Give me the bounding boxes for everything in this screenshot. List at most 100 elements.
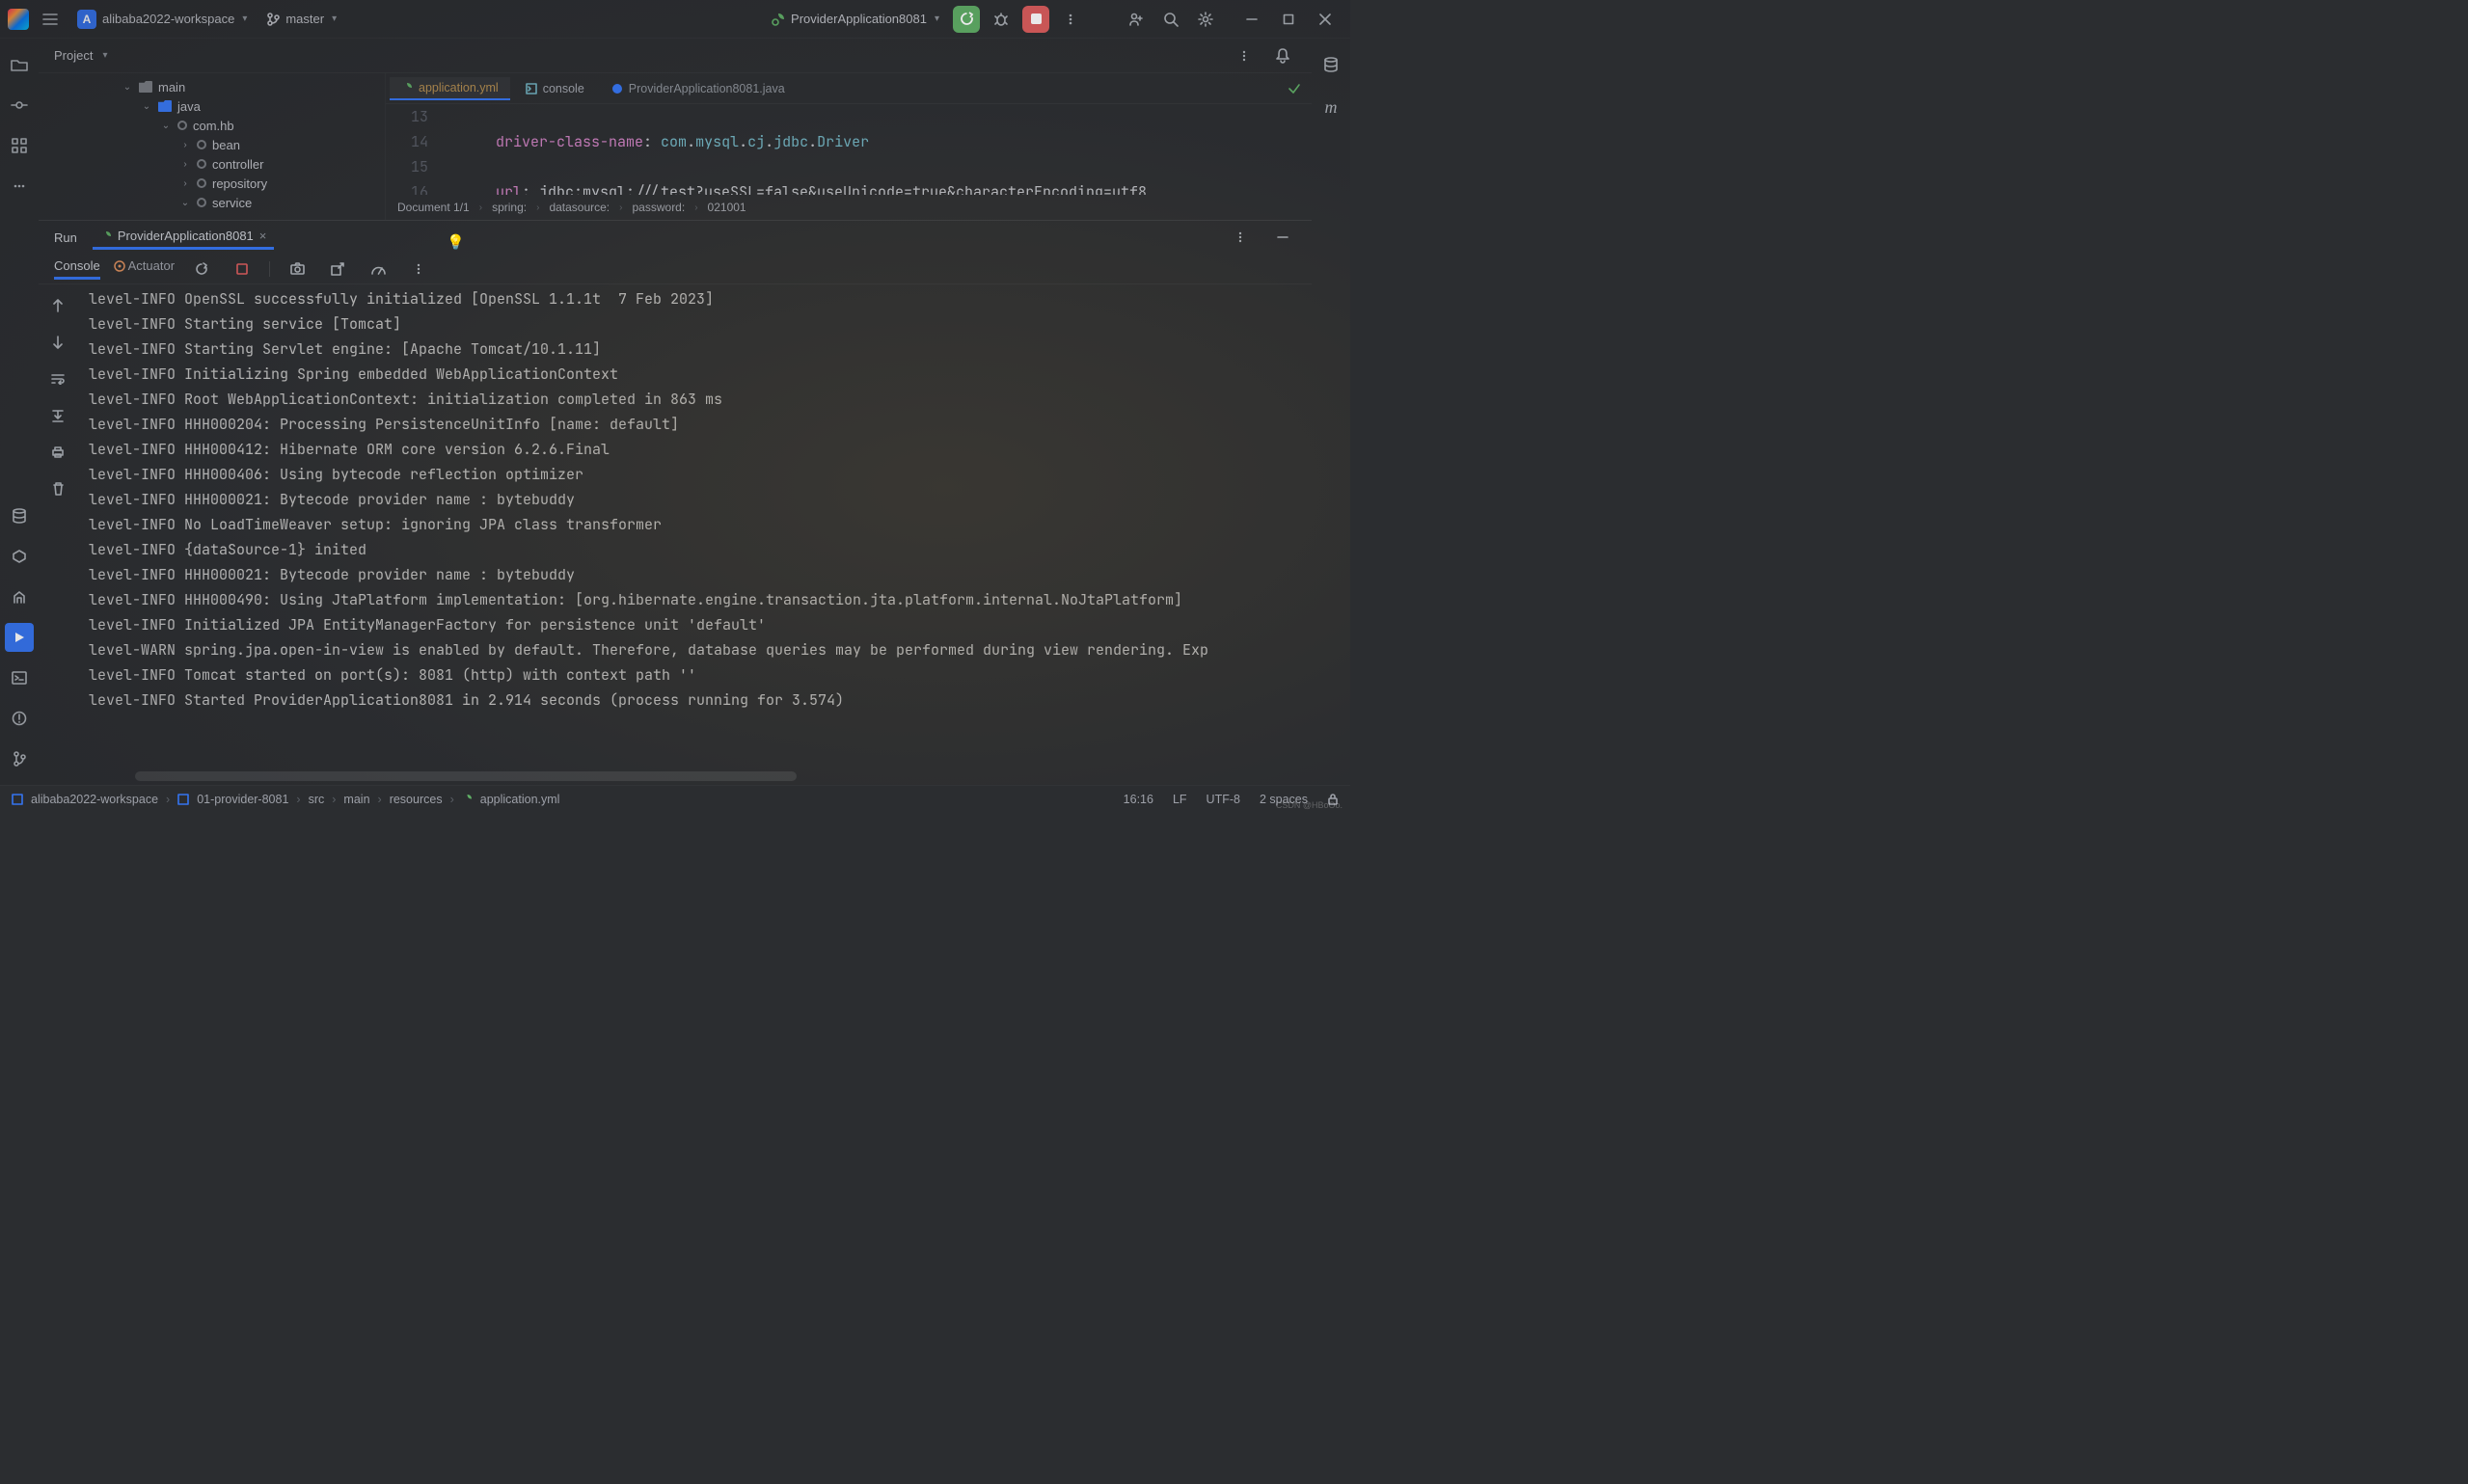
horizontal-scrollbar[interactable] bbox=[135, 771, 797, 781]
line-separator[interactable]: LF bbox=[1173, 793, 1187, 806]
toolbar-more-icon[interactable] bbox=[405, 256, 432, 283]
notifications-bell-icon[interactable] bbox=[1269, 42, 1296, 69]
breadcrumb-item[interactable]: spring: bbox=[492, 201, 527, 214]
workspace-selector[interactable]: A alibaba2022-workspace ▾ bbox=[71, 8, 253, 31]
print-icon[interactable] bbox=[44, 439, 71, 466]
window-close-icon[interactable] bbox=[1308, 6, 1342, 33]
fold-icon[interactable]: ⌄ bbox=[160, 121, 172, 131]
vcs-tool-icon[interactable] bbox=[5, 744, 34, 773]
crumb-workspace[interactable]: alibaba2022-workspace bbox=[31, 793, 158, 806]
editor-more-icon[interactable] bbox=[1231, 42, 1258, 69]
screenshot-icon[interactable] bbox=[284, 256, 311, 283]
crumb-module[interactable]: 01-provider-8081 bbox=[197, 793, 288, 806]
editor-breadcrumb: Document 1/1› spring:› datasource:› pass… bbox=[386, 195, 1312, 220]
chevron-down-icon[interactable]: ▾ bbox=[102, 50, 107, 61]
yaml-file-icon bbox=[462, 794, 473, 804]
fold-icon[interactable]: ⌄ bbox=[179, 198, 191, 208]
tree-comhb[interactable]: com.hb bbox=[193, 119, 234, 133]
fold-icon[interactable]: › bbox=[179, 159, 191, 170]
caret-position[interactable]: 16:16 bbox=[1124, 793, 1153, 806]
actuator-subtab[interactable]: Actuator bbox=[114, 258, 175, 280]
fold-icon[interactable]: › bbox=[179, 178, 191, 189]
scroll-down-icon[interactable] bbox=[44, 329, 71, 356]
structure-tool-icon[interactable] bbox=[5, 131, 34, 160]
main-menu-icon[interactable] bbox=[37, 6, 64, 33]
tree-main[interactable]: main bbox=[158, 80, 185, 94]
fold-icon[interactable]: ⌄ bbox=[122, 82, 133, 93]
tree-repository[interactable]: repository bbox=[212, 176, 267, 191]
maven-icon[interactable]: m bbox=[1316, 93, 1345, 121]
breadcrumb-doc: Document 1/1 bbox=[397, 201, 470, 214]
watermark: CSDN @HBoOo. bbox=[1276, 800, 1342, 810]
export-icon[interactable] bbox=[324, 256, 351, 283]
code-with-me-icon[interactable] bbox=[1123, 6, 1150, 33]
package-icon bbox=[197, 140, 206, 149]
tab-provider-java[interactable]: ProviderApplication8081.java bbox=[600, 78, 797, 99]
database-right-icon[interactable] bbox=[1316, 50, 1345, 79]
database-tool-icon[interactable] bbox=[5, 501, 34, 530]
tab-application-yml[interactable]: application.yml bbox=[390, 77, 510, 100]
rerun-icon[interactable] bbox=[188, 256, 215, 283]
fold-icon[interactable]: ⌄ bbox=[141, 101, 152, 112]
project-tool-icon[interactable] bbox=[5, 50, 34, 79]
file-encoding[interactable]: UTF-8 bbox=[1207, 793, 1240, 806]
run-window-more-icon[interactable] bbox=[1227, 224, 1254, 251]
run-config-name: ProviderApplication8081 bbox=[791, 12, 927, 26]
console-output[interactable]: level-INFO OpenSSL successfully initiali… bbox=[77, 284, 1312, 771]
run-process-tab[interactable]: ProviderApplication8081 × bbox=[93, 225, 275, 250]
clear-trash-icon[interactable] bbox=[44, 475, 71, 502]
tree-controller[interactable]: controller bbox=[212, 157, 263, 172]
editor-pane: application.yml console ProviderApplicat… bbox=[386, 73, 1312, 220]
commit-tool-icon[interactable] bbox=[5, 91, 34, 120]
branch-selector[interactable]: master ▾ bbox=[260, 10, 342, 28]
build-tool-icon[interactable] bbox=[5, 582, 34, 611]
more-tools-icon[interactable] bbox=[5, 172, 34, 201]
package-icon bbox=[197, 198, 206, 207]
settings-gear-icon[interactable] bbox=[1192, 6, 1219, 33]
more-run-icon[interactable] bbox=[1057, 6, 1084, 33]
breadcrumb-item[interactable]: password: bbox=[633, 201, 686, 214]
window-minimize-icon[interactable] bbox=[1234, 6, 1269, 33]
tab-label: console bbox=[543, 82, 584, 95]
gutter: 13 14 15 16 17 bbox=[386, 104, 444, 195]
rerun-button[interactable] bbox=[953, 6, 980, 33]
scroll-to-end-icon[interactable] bbox=[44, 402, 71, 429]
crumb-resources[interactable]: resources bbox=[390, 793, 443, 806]
crumb-src[interactable]: src bbox=[309, 793, 325, 806]
run-tool-icon[interactable] bbox=[5, 623, 34, 652]
console-file-icon bbox=[526, 83, 537, 94]
right-tool-rail: m bbox=[1312, 39, 1350, 785]
tree-service[interactable]: service bbox=[212, 196, 252, 210]
terminal-tool-icon[interactable] bbox=[5, 663, 34, 692]
soft-wrap-icon[interactable] bbox=[44, 365, 71, 392]
tree-java[interactable]: java bbox=[177, 99, 201, 114]
services-tool-icon[interactable] bbox=[5, 542, 34, 571]
debug-button[interactable] bbox=[988, 6, 1015, 33]
console-subtab[interactable]: Console bbox=[54, 258, 100, 280]
hide-tool-window-icon[interactable] bbox=[1269, 224, 1296, 251]
close-tab-icon[interactable]: × bbox=[259, 229, 267, 243]
tree-bean[interactable]: bean bbox=[212, 138, 240, 152]
problems-tool-icon[interactable] bbox=[5, 704, 34, 733]
window-maximize-icon[interactable] bbox=[1271, 6, 1306, 33]
stop-icon bbox=[1031, 13, 1042, 24]
status-bar: alibaba2022-workspace› 01-provider-8081›… bbox=[0, 785, 1350, 812]
spring-leaf-icon bbox=[772, 13, 785, 26]
fold-icon[interactable]: › bbox=[179, 140, 191, 150]
code-editor[interactable]: 13 14 15 16 17 driver-class-name: com.my… bbox=[386, 104, 1312, 195]
crumb-file[interactable]: application.yml bbox=[480, 793, 560, 806]
breadcrumb-item[interactable]: 021001 bbox=[708, 201, 746, 214]
performance-icon[interactable] bbox=[365, 256, 392, 283]
tab-console[interactable]: console bbox=[514, 78, 596, 99]
run-config-selector[interactable]: ProviderApplication8081 ▾ bbox=[766, 10, 945, 28]
project-tree[interactable]: ⌄ main ⌄ java ⌄ com.hb › bean › controller › r… bbox=[39, 73, 386, 220]
search-icon[interactable] bbox=[1157, 6, 1184, 33]
code-lines[interactable]: driver-class-name: com.mysql.cj.jdbc.Dri… bbox=[444, 104, 1312, 195]
crumb-main[interactable]: main bbox=[343, 793, 369, 806]
inspection-ok-icon[interactable] bbox=[1281, 75, 1308, 102]
chevron-down-icon: ▾ bbox=[332, 13, 337, 24]
stop-process-icon[interactable] bbox=[229, 256, 256, 283]
scroll-up-icon[interactable] bbox=[44, 292, 71, 319]
breadcrumb-item[interactable]: datasource: bbox=[549, 201, 610, 214]
stop-button[interactable] bbox=[1022, 6, 1049, 33]
